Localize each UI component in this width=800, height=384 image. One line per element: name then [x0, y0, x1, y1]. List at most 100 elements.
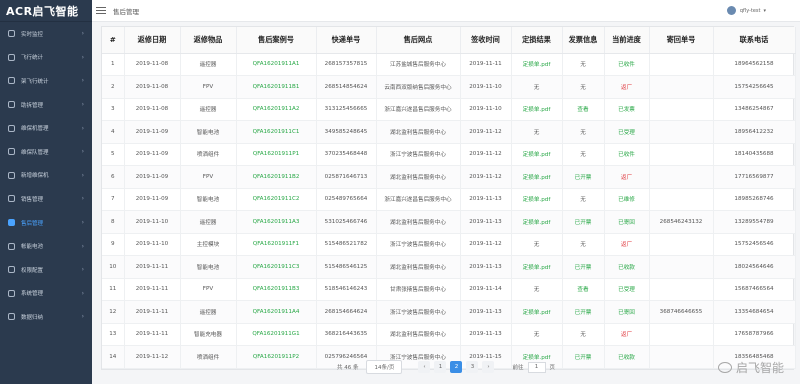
table-cell[interactable]: QFA16201911B3 — [236, 278, 317, 301]
table-cell[interactable]: 定损单.pdf — [511, 255, 563, 279]
page-button[interactable]: 1 — [434, 361, 447, 373]
column-header[interactable]: # — [102, 27, 125, 54]
table-cell[interactable]: 定损单.pdf — [511, 53, 563, 76]
table-cell[interactable]: QFA16201911A2 — [236, 98, 317, 121]
column-header[interactable]: 定损结果 — [511, 27, 563, 54]
table-cell[interactable]: QFA16201911A3 — [236, 210, 317, 234]
table-cell[interactable]: 已开票 — [562, 255, 605, 279]
sidebar-item[interactable]: 销售管理 › — [0, 187, 92, 211]
table-cell[interactable]: 查看 — [562, 98, 605, 121]
table-cell[interactable]: QFA16201911P1 — [236, 143, 317, 166]
column-header[interactable]: 发票信息 — [562, 27, 605, 54]
sidebar-item[interactable]: 助拆管理 › — [0, 93, 92, 117]
table-cell: 无 — [562, 143, 605, 166]
table-cell[interactable]: QFA16201911G1 — [236, 323, 317, 346]
username: qfly-test — [739, 7, 761, 14]
table-cell: 2019-11-11 — [124, 255, 181, 279]
table-cell: 无 — [511, 278, 563, 301]
sidebar-item[interactable]: 售后管理 › — [0, 211, 92, 235]
table-cell[interactable]: QFA16201911C3 — [236, 255, 317, 279]
table-cell: 3 — [102, 98, 125, 121]
topbar: 售后管理 qfly-test ▾ — [92, 0, 800, 22]
sidebar-item[interactable]: 系统管理 › — [0, 282, 92, 306]
sidebar-item-label: 维保队管理 — [21, 149, 49, 156]
next-page-button[interactable]: › — [482, 361, 495, 373]
table-row[interactable]: 9 2019-11-10 主控模块 QFA16201911F1 515486521782… — [102, 233, 796, 256]
table-cell: 遥控器 — [180, 53, 237, 76]
menu-toggle-icon[interactable] — [96, 7, 106, 14]
table-row[interactable]: 1 2019-11-08 遥控器 QFA16201911A1 268157357815 江… — [102, 53, 796, 76]
table-row[interactable]: 7 2019-11-09 智能电池 QFA16201911C2 025489765664… — [102, 188, 796, 211]
table-cell[interactable]: 定损单.pdf — [511, 188, 563, 211]
sidebar-item[interactable]: 架飞行统计 › — [0, 69, 92, 93]
page-button[interactable]: 3 — [466, 361, 479, 373]
table-cell: 2019-11-13 — [460, 323, 512, 346]
column-header[interactable]: 售后网点 — [376, 27, 461, 54]
table-cell: 12 — [102, 300, 125, 324]
table-cell: 无 — [562, 323, 605, 346]
column-header[interactable]: 签收时间 — [460, 27, 512, 54]
table-cell[interactable]: QFA16201911B2 — [236, 165, 317, 189]
table-cell[interactable]: QFA16201911C1 — [236, 120, 317, 144]
table-row[interactable]: 4 2019-11-09 智能电池 QFA16201911C1 349585248645… — [102, 120, 796, 144]
table-row[interactable]: 2 2019-11-08 FPV QFA16201911B1 268514854624 云… — [102, 75, 796, 99]
table-cell: 已受理 — [604, 120, 650, 144]
table-cell[interactable]: QFA16201911F1 — [236, 233, 317, 256]
table-cell[interactable]: 定损单.pdf — [511, 210, 563, 234]
sidebar-item[interactable]: 新增维保机 › — [0, 164, 92, 188]
page-buttons: 123 — [432, 361, 480, 373]
table-cell[interactable]: 定损单.pdf — [511, 165, 563, 189]
table-cell[interactable]: 查看 — [562, 278, 605, 301]
table-cell[interactable]: 已开票 — [562, 300, 605, 324]
table-cell[interactable]: 定损单.pdf — [511, 98, 563, 121]
goto-label: 前往 — [512, 365, 524, 371]
sidebar-item[interactable]: 维保机管理 › — [0, 116, 92, 140]
table-cell[interactable]: QFA16201911A4 — [236, 300, 317, 324]
page-size-select[interactable]: 14条/页 — [366, 360, 403, 374]
table-cell: 喷洒组件 — [180, 143, 237, 166]
table-cell[interactable]: 已开票 — [562, 210, 605, 234]
table-row[interactable]: 12 2019-11-11 遥控器 QFA16201911A4 268154664624… — [102, 300, 796, 324]
table-cell[interactable]: QFA16201911C2 — [236, 188, 317, 211]
table-cell[interactable]: 定损单.pdf — [511, 300, 563, 324]
table-cell: 025489765664 — [316, 188, 377, 211]
table-cell[interactable]: 已开票 — [562, 165, 605, 189]
column-header[interactable]: 返修日期 — [124, 27, 181, 54]
sidebar-item[interactable]: 帐能电池 › — [0, 234, 92, 258]
table-row[interactable]: 8 2019-11-10 遥控器 QFA16201911A3 531025466746 湖… — [102, 210, 796, 234]
column-header[interactable]: 寄回单号 — [649, 27, 714, 54]
sidebar-item[interactable]: 数据归纳 › — [0, 305, 92, 329]
table-cell: 18140435688 — [713, 143, 796, 166]
table-row[interactable]: 3 2019-11-08 遥控器 QFA16201911A2 313125456665 浙… — [102, 98, 796, 121]
sidebar-item[interactable]: 维保队管理 › — [0, 140, 92, 164]
sidebar-item[interactable]: 实时监控 › — [0, 22, 92, 46]
table-cell: 江苏盐城售后服务中心 — [376, 53, 461, 76]
menu-item-icon — [8, 101, 15, 109]
table-cell — [649, 75, 714, 99]
table-cell: 2 — [102, 75, 125, 99]
sidebar-item-label: 数据归纳 — [21, 314, 44, 321]
table-row[interactable]: 13 2019-11-11 智能充电器 QFA16201911G1 3682164436… — [102, 323, 796, 346]
table-cell[interactable]: QFA16201911B1 — [236, 75, 317, 99]
table-cell — [649, 233, 714, 256]
column-header[interactable]: 当前进度 — [604, 27, 650, 54]
sidebar-item[interactable]: 权限配置 › — [0, 258, 92, 282]
sidebar-item[interactable]: 飞行统计 › — [0, 46, 92, 70]
goto-input[interactable]: 1 — [527, 361, 546, 373]
table-row[interactable]: 6 2019-11-09 FPV QFA16201911B2 025871646713 湖… — [102, 165, 796, 189]
table-cell: 2019-11-08 — [124, 53, 181, 76]
menu-item-icon — [8, 195, 15, 203]
table-row[interactable]: 10 2019-11-11 智能电池 QFA16201911C3 51548654612… — [102, 255, 796, 279]
table-cell[interactable]: QFA16201911A1 — [236, 53, 317, 76]
user-menu[interactable]: qfly-test ▾ — [726, 6, 766, 15]
column-header[interactable]: 联系电话 — [713, 27, 796, 54]
table-row[interactable]: 5 2019-11-09 喷洒组件 QFA16201911P1 370235468448… — [102, 143, 796, 166]
table-cell: 2019-11-11 — [124, 323, 181, 346]
prev-page-button[interactable]: ‹ — [418, 361, 431, 373]
column-header[interactable]: 售后案例号 — [236, 27, 317, 54]
page-button[interactable]: 2 — [450, 361, 463, 373]
table-cell[interactable]: 定损单.pdf — [511, 143, 563, 166]
table-row[interactable]: 11 2019-11-11 FPV QFA16201911B3 518546146243… — [102, 278, 796, 301]
column-header[interactable]: 返修物品 — [180, 27, 237, 54]
column-header[interactable]: 快递单号 — [316, 27, 377, 54]
